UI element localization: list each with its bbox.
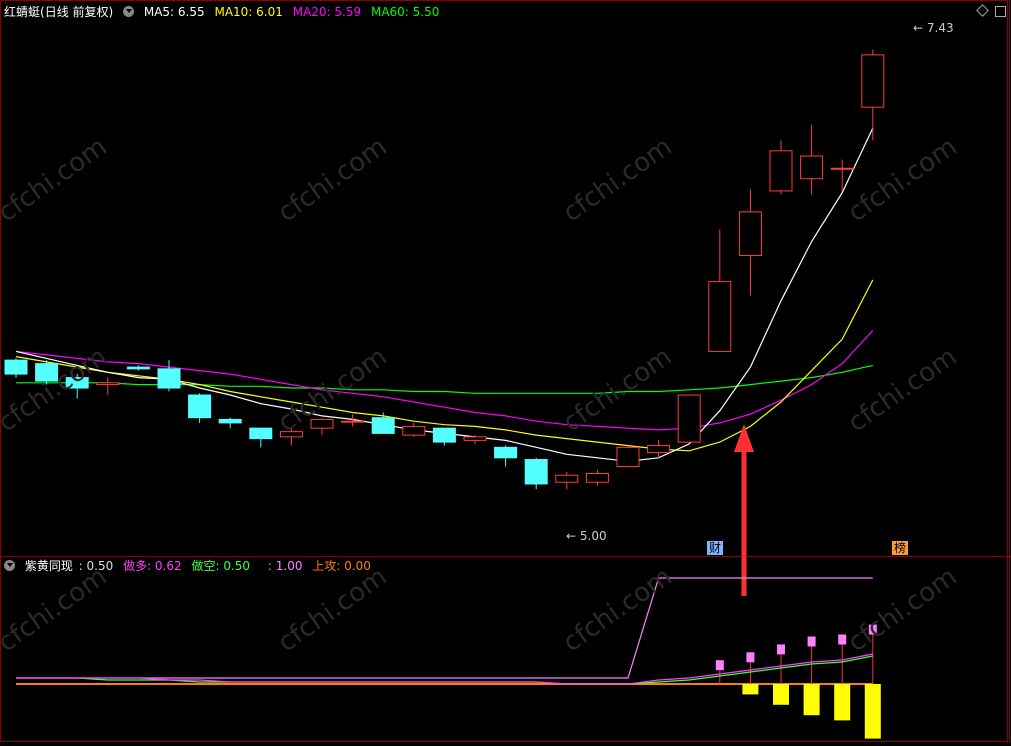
indicator-value-1: : 0.50	[78, 559, 114, 573]
chart-canvas[interactable]	[0, 0, 1011, 743]
candle-body	[677, 394, 701, 443]
candle-body	[800, 155, 824, 180]
chart-stage[interactable]: 红蜻蜓(日线 前复权) MA5: 6.55 MA10: 6.01 MA20: 5…	[0, 0, 1011, 743]
zuokong-label: 做空: 0.50	[191, 559, 251, 573]
candle-body	[463, 436, 487, 441]
pink-bar	[715, 660, 724, 671]
candle-body	[432, 427, 456, 443]
candle-body	[402, 425, 426, 436]
finance-tag[interactable]: 财	[707, 541, 724, 555]
candle-body	[494, 446, 518, 459]
zuoduo-label: 做多: 0.62	[123, 559, 182, 573]
candle-body	[157, 368, 181, 389]
candle-body	[524, 459, 548, 485]
candle-body	[35, 363, 59, 382]
stock-name: 红蜻蜓	[4, 5, 41, 19]
candle-body	[616, 446, 640, 468]
ma60-line	[16, 364, 873, 394]
candle-body	[96, 382, 120, 386]
ma5-line	[15, 127, 874, 462]
pink-bar	[746, 652, 755, 663]
yellow-bar	[773, 684, 789, 705]
zuokong-line	[16, 655, 873, 685]
candle-body	[218, 418, 242, 424]
chart-frame	[0, 0, 1010, 742]
candle-body	[65, 377, 89, 389]
ma10-label: MA10: 6.01	[214, 5, 283, 19]
restore-window-icon[interactable]	[995, 6, 1006, 17]
candle-body	[341, 420, 365, 423]
candle-body	[830, 167, 854, 170]
candle-body	[371, 417, 395, 434]
candle-body	[126, 366, 150, 370]
ma20-label: MA20: 5.59	[292, 5, 362, 19]
candle-body	[4, 359, 28, 375]
candle-body	[188, 394, 212, 419]
settings-dropdown-icon[interactable]	[123, 6, 135, 17]
candle-body	[279, 431, 303, 438]
candle-body	[738, 211, 762, 256]
high-price-label: ← 7.43	[913, 21, 954, 35]
indicator-dropdown-icon[interactable]	[4, 560, 15, 571]
yellow-bar	[834, 684, 851, 721]
indicator-name: 紫黄同现	[24, 559, 73, 573]
ma20-line	[15, 330, 874, 431]
pink-bar	[777, 644, 785, 655]
high-price-value: 7.43	[926, 21, 954, 35]
candle-body	[555, 474, 579, 483]
yellow-bar	[742, 684, 759, 695]
candle-body	[249, 427, 273, 440]
low-price-value: 5.00	[579, 529, 607, 543]
main-header: 红蜻蜓(日线 前复权) MA5: 6.55 MA10: 6.01 MA20: 5…	[4, 3, 445, 21]
pink-bar	[807, 636, 816, 647]
indicator-value-2: : 1.00	[267, 559, 303, 573]
candle-body	[708, 281, 732, 352]
candle-body	[585, 473, 609, 483]
yellow-bar	[803, 684, 820, 716]
ranking-tag[interactable]: 榜	[892, 541, 909, 555]
yellow-bar	[864, 684, 881, 739]
period-label: (日线 前复权)	[40, 5, 114, 19]
candle-body	[861, 54, 885, 108]
candle-body	[647, 445, 671, 454]
candle-body	[769, 150, 793, 192]
signal-arrow-head	[734, 424, 754, 452]
pink-bar	[868, 624, 877, 635]
ma60-label: MA60: 5.50	[370, 5, 440, 19]
shanggong-label: 上攻: 0.00	[312, 559, 371, 573]
ma5-label: MA5: 6.55	[143, 5, 205, 19]
candle-body	[310, 418, 334, 429]
low-price-label: ← 5.00	[566, 529, 607, 543]
pink-bar	[838, 634, 847, 645]
sub-header: 紫黄同现 : 0.50 做多: 0.62 做空: 0.50 : 1.00 上攻:…	[4, 557, 377, 575]
